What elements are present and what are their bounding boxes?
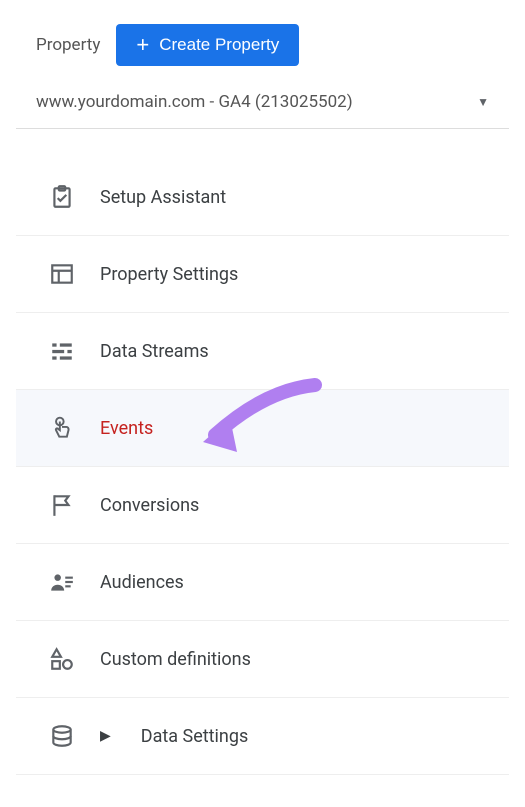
menu-item-custom-definitions[interactable]: Custom definitions [16, 621, 509, 698]
touch-icon [48, 414, 76, 442]
menu-item-data-streams[interactable]: Data Streams [16, 313, 509, 390]
flag-icon [48, 491, 76, 519]
menu-item-label: Custom definitions [100, 649, 251, 670]
menu-item-label: Setup Assistant [100, 187, 226, 208]
menu-item-label: Events [100, 418, 153, 439]
chevron-down-icon: ▼ [477, 95, 489, 109]
menu-item-events[interactable]: Events [16, 390, 509, 467]
menu-item-label: Data Settings [141, 726, 248, 747]
property-selector-text: www.yourdomain.com - GA4 (213025502) [36, 92, 353, 112]
layout-icon [48, 260, 76, 288]
database-icon [48, 722, 76, 750]
menu-item-label: Data Streams [100, 341, 209, 362]
create-property-button-label: Create Property [159, 35, 279, 55]
menu-item-data-settings[interactable]: ▶ Data Settings [16, 698, 509, 775]
streams-icon [48, 337, 76, 365]
audience-icon [48, 568, 76, 596]
shapes-icon [48, 645, 76, 673]
property-selector[interactable]: www.yourdomain.com - GA4 (213025502) ▼ [16, 84, 509, 129]
property-menu: Setup Assistant Property Settings Data S… [16, 159, 509, 775]
menu-item-label: Conversions [100, 495, 199, 516]
property-header: Property + Create Property [16, 24, 509, 66]
create-property-button[interactable]: + Create Property [116, 24, 299, 66]
menu-item-label: Property Settings [100, 264, 238, 285]
expand-arrow-icon: ▶ [100, 728, 111, 744]
plus-icon: + [136, 34, 149, 56]
menu-item-audiences[interactable]: Audiences [16, 544, 509, 621]
menu-item-conversions[interactable]: Conversions [16, 467, 509, 544]
property-label: Property [36, 35, 100, 55]
menu-item-property-settings[interactable]: Property Settings [16, 236, 509, 313]
menu-item-setup-assistant[interactable]: Setup Assistant [16, 159, 509, 236]
menu-item-label: Audiences [100, 572, 184, 593]
clipboard-check-icon [48, 183, 76, 211]
